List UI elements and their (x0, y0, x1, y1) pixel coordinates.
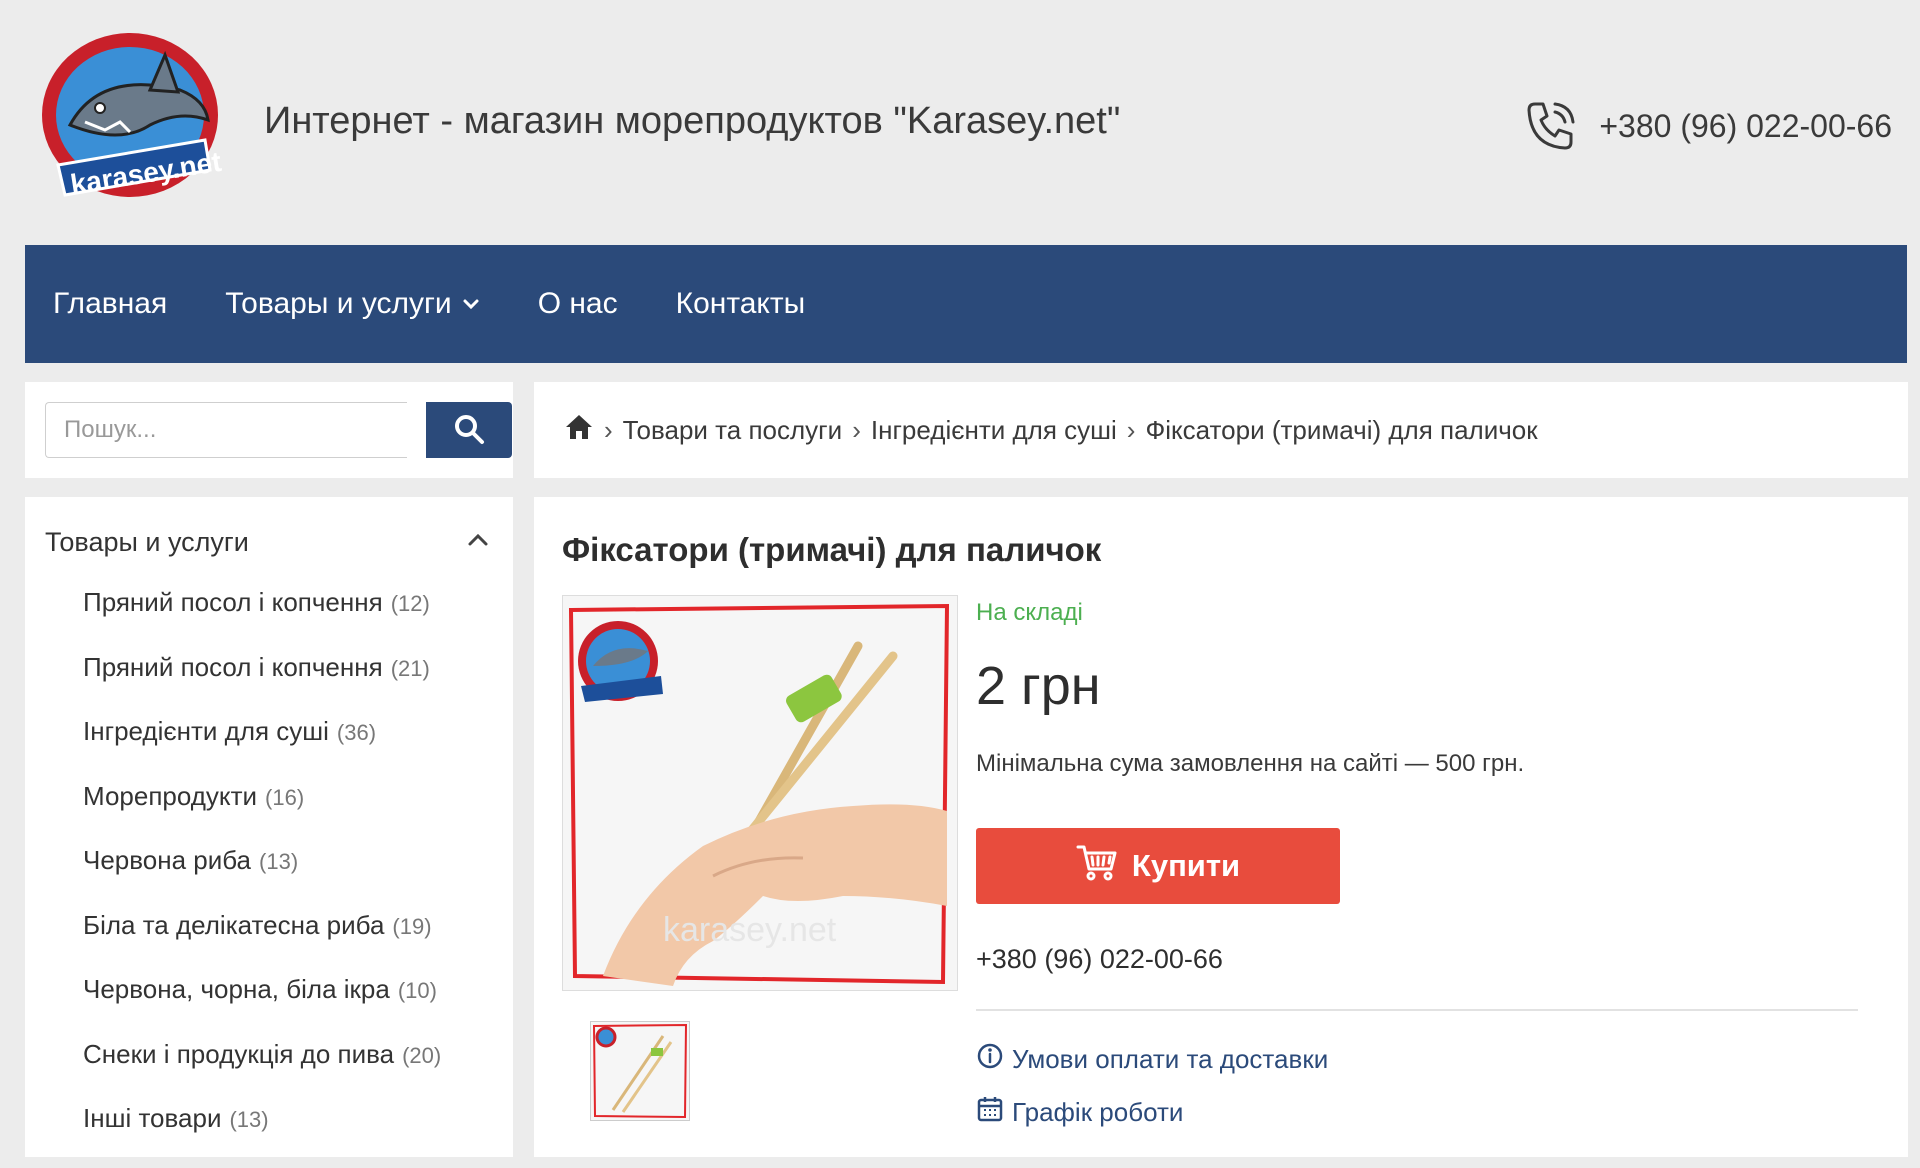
page: karasey.net Интернет - магазин морепроду… (10, 0, 1910, 1157)
search-button[interactable] (426, 402, 512, 458)
breadcrumb-item[interactable]: Інгредієнти для суші (871, 415, 1117, 446)
search-input[interactable] (45, 402, 407, 458)
sidebar-title: Товары и услуги (45, 527, 249, 557)
buy-button-label: Купити (1131, 848, 1241, 883)
breadcrumb-separator: › (1126, 414, 1136, 445)
delivery-terms-label: Умови оплати та доставки (1012, 1044, 1329, 1074)
product-phone[interactable]: +380 (96) 022-00-66 (976, 944, 1223, 975)
category-count: (16) (265, 784, 305, 810)
category-item[interactable]: Пряний посол і копчення (12) (83, 587, 441, 652)
buy-button[interactable]: Купити (976, 828, 1340, 904)
product-image[interactable]: karasey.net (562, 595, 958, 991)
category-label: Інгредієнти для суші (83, 716, 329, 746)
chevron-up-icon[interactable] (467, 532, 489, 553)
min-order-note: Мінімальна сума замовлення на сайті — 50… (976, 750, 1525, 777)
product-panel: Фіксатори (тримачі) для паличок karasey.… (534, 497, 1908, 1157)
site-title: Интернет - магазин морепродуктов "Karase… (264, 100, 1121, 142)
category-label: Червона, чорна, біла ікра (83, 974, 390, 1004)
chevron-down-icon (462, 287, 480, 321)
header-phone-number[interactable]: +380 (96) 022-00-66 (1599, 108, 1892, 145)
sidebar-header[interactable]: Товары и услуги (45, 527, 489, 558)
category-item[interactable]: Інші товари (13) (83, 1103, 441, 1168)
breadcrumb-panel: › Товари та послуги › Інгредієнти для су… (534, 382, 1908, 478)
schedule-label: Графік роботи (1012, 1097, 1184, 1127)
product-title: Фіксатори (тримачі) для паличок (562, 531, 1102, 568)
category-count: (10) (397, 978, 437, 1003)
category-count: (12) (390, 591, 430, 616)
category-label: Пряний посол і копчення (83, 651, 383, 682)
breadcrumb-current: Фіксатори (тримачі) для паличок (1145, 414, 1538, 445)
delivery-terms-link[interactable]: Умови оплати та доставки (976, 1042, 1328, 1077)
calendar-icon (976, 1095, 1004, 1130)
breadcrumb: › Товари та послуги › Інгредієнти для су… (564, 413, 1538, 448)
category-label: Інші товари (83, 1103, 222, 1133)
category-count: (36) (336, 720, 377, 745)
category-sidebar: Товары и услуги Пряний посол і копчення (… (25, 497, 513, 1157)
search-panel (25, 382, 513, 478)
category-item[interactable]: Снеки і продукція до пива (20) (83, 1039, 441, 1104)
breadcrumb-item[interactable]: Товари та послуги (623, 415, 843, 446)
nav-item-label: О нас (537, 287, 618, 320)
category-list: Пряний посол і копчення (12) Пряний посол… (83, 587, 441, 1168)
info-icon (976, 1042, 1004, 1077)
category-item[interactable]: Пряний посол і копчення (21) (83, 652, 441, 717)
cart-icon (1076, 843, 1118, 889)
home-icon[interactable] (564, 413, 594, 448)
schedule-link[interactable]: Графік роботи (976, 1095, 1183, 1130)
category-label: Червона риба (83, 845, 252, 875)
nav-item-home[interactable]: Главная (53, 287, 167, 321)
nav-item-label: Контакты (675, 287, 806, 320)
site-header: karasey.net Интернет - магазин морепроду… (10, 0, 1910, 245)
product-thumbnail[interactable] (590, 1021, 690, 1121)
category-item[interactable]: Морепродукти (16) (83, 781, 441, 846)
category-count: (20) (402, 1042, 442, 1068)
main-nav: Главная Товары и услуги О нас Контакты (25, 245, 1907, 363)
phone-icon (1521, 96, 1581, 156)
category-item[interactable]: Інгредієнти для суші (36) (83, 716, 441, 781)
category-label: Снеки і продукція до пива (83, 1038, 395, 1069)
category-count: (21) (390, 655, 430, 681)
stock-status: На складі (976, 599, 1083, 626)
breadcrumb-separator: › (852, 414, 861, 445)
nav-item-label: Главная (53, 287, 168, 320)
category-count: (13) (259, 849, 299, 874)
category-label: Біла та делікатесна риба (83, 909, 385, 940)
nav-item-products[interactable]: Товары и услуги (225, 287, 480, 321)
nav-item-label: Товары и услуги (225, 287, 452, 320)
nav-item-contacts[interactable]: Контакты (676, 287, 806, 321)
search-icon (453, 413, 485, 448)
header-phone[interactable]: +380 (96) 022-00-66 (1521, 96, 1892, 156)
category-label: Пряний посол і копчення (83, 587, 383, 617)
category-label: Морепродукти (83, 780, 258, 811)
image-watermark: karasey.net (663, 911, 837, 949)
site-logo[interactable]: karasey.net (30, 30, 230, 205)
product-price: 2 грн (976, 656, 1101, 716)
category-count: (19) (392, 913, 432, 939)
category-item[interactable]: Червона риба (13) (83, 845, 441, 910)
breadcrumb-separator: › (604, 414, 613, 445)
divider (976, 1009, 1858, 1011)
nav-item-about[interactable]: О нас (538, 287, 618, 321)
category-item[interactable]: Червона, чорна, біла ікра (10) (83, 974, 441, 1039)
category-count: (13) (229, 1107, 269, 1132)
category-item[interactable]: Біла та делікатесна риба (19) (83, 910, 441, 975)
